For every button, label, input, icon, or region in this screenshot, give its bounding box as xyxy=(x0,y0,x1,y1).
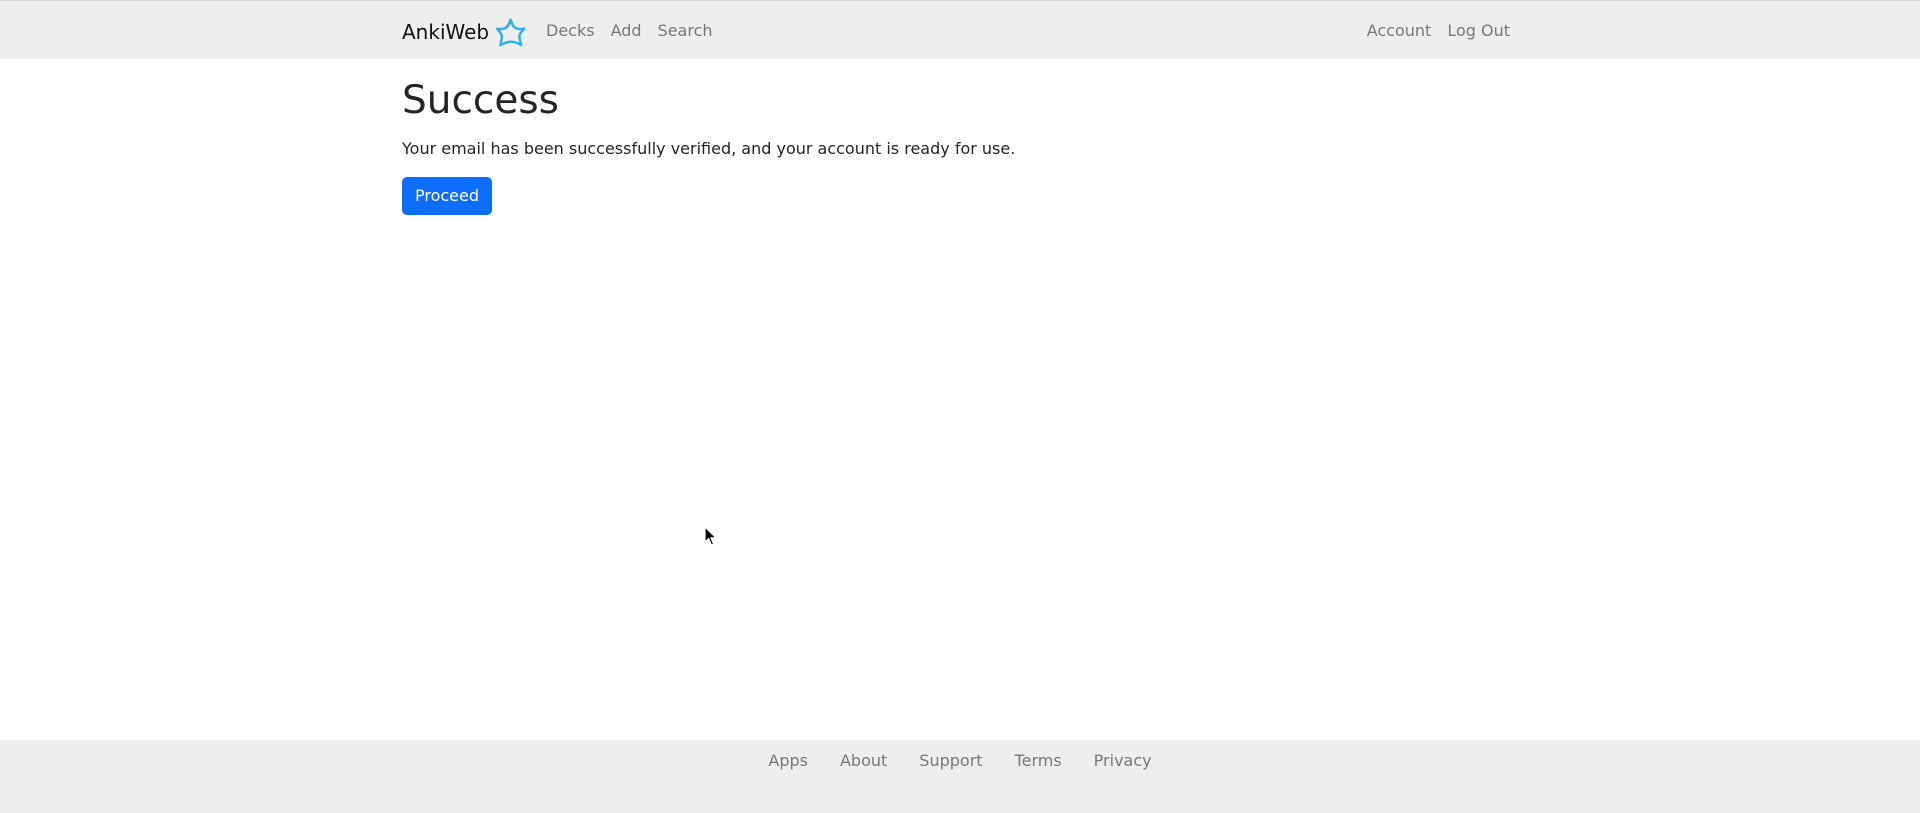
brand-name: AnkiWeb xyxy=(402,20,490,44)
footer-apps-link[interactable]: Apps xyxy=(768,751,808,770)
page-title: Success xyxy=(402,78,559,123)
brand-link[interactable]: AnkiWeb xyxy=(402,14,527,50)
footer-about-link[interactable]: About xyxy=(840,751,887,770)
proceed-button[interactable]: Proceed xyxy=(402,177,493,215)
page-footer: Apps About Support Terms Privacy xyxy=(0,740,1920,813)
footer-support-link[interactable]: Support xyxy=(919,751,982,770)
primary-nav: Decks Add Search xyxy=(546,1,729,60)
nav-decks-link[interactable]: Decks xyxy=(546,21,595,40)
footer-privacy-link[interactable]: Privacy xyxy=(1094,751,1152,770)
mouse-pointer-icon xyxy=(704,526,717,546)
main-content: Success Your email has been successfully… xyxy=(402,75,1015,215)
top-navbar: AnkiWeb Decks Add Search Account Log Out xyxy=(0,0,1920,59)
nav-account-link[interactable]: Account xyxy=(1367,21,1432,40)
footer-links: Apps About Support Terms Privacy xyxy=(0,740,1920,780)
account-nav: Account Log Out xyxy=(1351,1,1510,60)
footer-terms-link[interactable]: Terms xyxy=(1015,751,1062,770)
nav-add-link[interactable]: Add xyxy=(611,21,642,40)
star-icon xyxy=(495,17,526,46)
verification-message: Your email has been successfully verifie… xyxy=(402,139,1016,158)
nav-logout-link[interactable]: Log Out xyxy=(1447,21,1510,40)
nav-search-link[interactable]: Search xyxy=(658,21,713,40)
